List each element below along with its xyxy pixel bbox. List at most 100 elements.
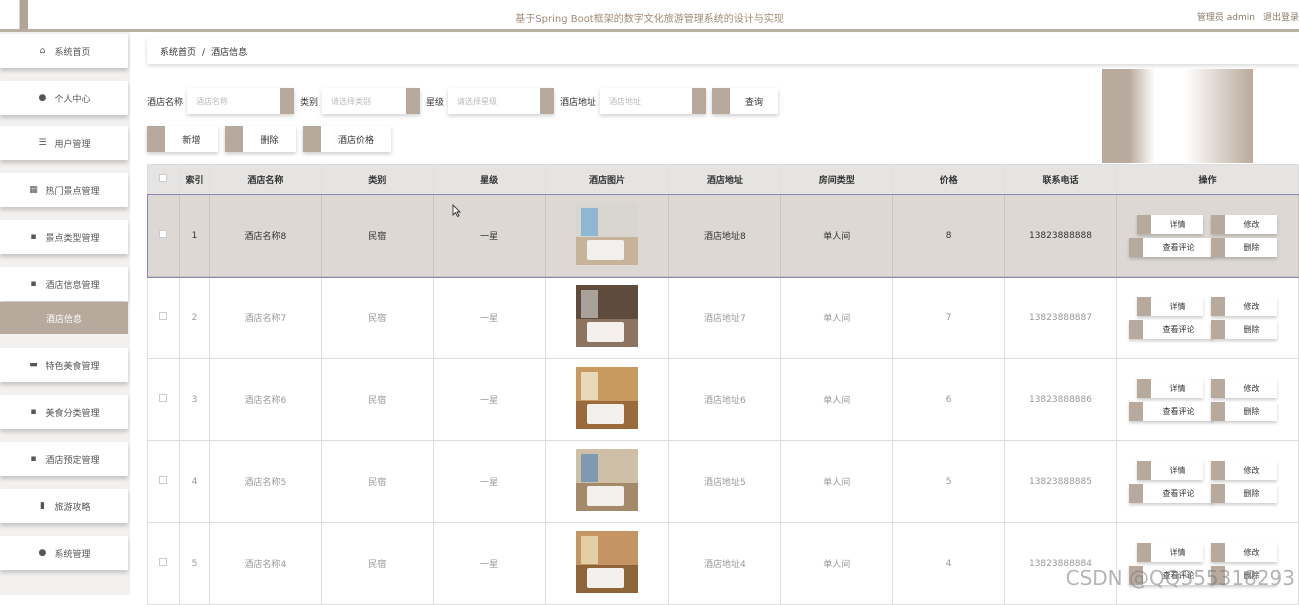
sidebar-item-label: 个人中心 [54,92,90,105]
col-header: 操作 [1116,165,1298,195]
hotel-name-input[interactable]: 酒店名称 [187,88,294,114]
cell-ops: 详情修改查看评论删除 [1116,441,1298,523]
apps-icon: ▪ [28,407,38,417]
cell-star: 一星 [433,359,545,441]
query-button[interactable]: 查询 [712,88,778,114]
table-row[interactable]: 5酒店名称4民宿一星酒店地址4单人间413823888884详情修改查看评论删除 [148,523,1299,605]
sidebar-item-food[interactable]: ▬特色美食管理 [0,348,128,382]
logout-link[interactable]: 退出登录 [1263,13,1299,23]
sidebar-subitem-hotel-info[interactable]: 酒店信息 [0,302,128,334]
hotel-photo[interactable] [576,203,638,265]
hotel-photo[interactable] [576,367,638,429]
sidebar-item-users[interactable]: ☰用户管理 [0,126,128,160]
search-bar: 酒店名称 酒店名称 类别 请选择类别 星级 请选择星级 酒店地址 酒店地址 查询 [147,88,778,114]
hotel-photo[interactable] [576,449,638,511]
cell-type: 民宿 [321,523,433,605]
grid-icon: ▦ [28,185,38,195]
select-all-checkbox[interactable] [159,174,167,182]
edit-button[interactable]: 修改 [1211,215,1277,234]
address-label: 酒店地址 [560,95,596,108]
add-button[interactable]: 新增 [147,126,218,152]
breadcrumb-separator: / [202,48,205,58]
detail-button[interactable]: 详情 [1137,461,1203,480]
detail-button[interactable]: 详情 [1137,379,1203,398]
edit-button[interactable]: 修改 [1211,379,1277,398]
sidebar-item-label: 美食分类管理 [45,406,99,419]
table-row[interactable]: 3酒店名称6民宿一星酒店地址6单人间613823888886详情修改查看评论删除 [148,359,1299,441]
user-area: 管理员 admin 退出登录 [1197,10,1299,23]
row-checkbox-cell[interactable] [148,195,180,277]
star-select[interactable]: 请选择星级 [448,88,554,114]
select-all-header[interactable] [148,165,180,195]
view-reviews-button[interactable]: 查看评论 [1129,238,1213,257]
view-reviews-button[interactable]: 查看评论 [1129,402,1213,421]
hotel-table: 索引 酒店名称 类别 星级 酒店图片 酒店地址 房间类型 价格 联系电话 操作 … [147,164,1299,605]
row-checkbox-cell[interactable] [148,359,180,441]
row-checkbox-cell[interactable] [148,277,180,359]
cell-room-type: 单人间 [781,523,893,605]
row-delete-button[interactable]: 删除 [1211,320,1277,339]
cell-room-type: 单人间 [781,359,893,441]
row-checkbox[interactable] [159,558,167,566]
detail-button[interactable]: 详情 [1137,543,1203,562]
view-reviews-button[interactable]: 查看评论 [1129,320,1213,339]
delete-button[interactable]: 删除 [225,126,296,152]
cell-star: 一星 [433,277,545,359]
sidebar-item-home[interactable]: ⌂系统首页 [0,34,128,68]
row-checkbox[interactable] [159,476,167,484]
edit-button[interactable]: 修改 [1211,543,1277,562]
sidebar-item-label: 特色美食管理 [45,359,99,372]
clipboard-icon: ▮ [37,501,47,511]
row-delete-button[interactable]: 删除 [1211,238,1277,257]
sidebar-item-hotel-info[interactable]: ▪酒店信息管理 [0,267,128,301]
star-label: 星级 [426,95,444,108]
table-row[interactable]: 4酒店名称5民宿一星酒店地址5单人间513823888885详情修改查看评论删除 [148,441,1299,523]
user-role: 管理员 admin [1197,13,1255,23]
cell-type: 民宿 [321,277,433,359]
row-delete-button[interactable]: 删除 [1211,402,1277,421]
sidebar-item-attraction-types[interactable]: ▪景点类型管理 [0,220,128,254]
cell-star: 一星 [433,441,545,523]
table-row[interactable]: 1酒店名称8民宿一星酒店地址8单人间813823888888详情修改查看评论删除 [148,195,1299,277]
row-checkbox[interactable] [159,312,167,320]
row-checkbox-cell[interactable] [148,441,180,523]
cell-price: 7 [893,277,1005,359]
edit-button[interactable]: 修改 [1211,297,1277,316]
sidebar-item-system[interactable]: ●系统管理 [0,536,128,570]
row-checkbox[interactable] [159,230,167,238]
sidebar-item-food-category[interactable]: ▪ 美食分类管理 [0,395,128,429]
sidebar-item-hotel-booking[interactable]: ▪酒店预定管理 [0,442,128,476]
edit-button[interactable]: 修改 [1211,461,1277,480]
cell-ops: 详情修改查看评论删除 [1116,277,1298,359]
hotel-name-label: 酒店名称 [147,95,183,108]
address-input[interactable]: 酒店地址 [600,88,706,114]
col-header: 房间类型 [781,165,893,195]
cell-phone: 13823888887 [1005,277,1117,359]
row-checkbox-cell[interactable] [148,523,180,605]
sidebar-item-profile[interactable]: ●个人中心 [0,81,128,115]
detail-button[interactable]: 详情 [1137,297,1203,316]
hotel-photo[interactable] [576,531,638,593]
cell-index: 5 [179,523,209,605]
pin-icon: ● [37,548,47,558]
detail-button[interactable]: 详情 [1137,215,1203,234]
cell-phone: 13823888885 [1005,441,1117,523]
row-delete-button[interactable]: 删除 [1211,484,1277,503]
row-checkbox[interactable] [159,394,167,402]
sidebar-item-attractions[interactable]: ▦热门景点管理 [0,173,128,207]
view-reviews-button[interactable]: 查看评论 [1129,484,1213,503]
cell-star: 一星 [433,195,545,277]
cell-index: 3 [179,359,209,441]
sidebar-item-label: 酒店信息管理 [45,278,99,291]
table-row[interactable]: 2酒店名称7民宿一星酒店地址7单人间713823888887详情修改查看评论删除 [148,277,1299,359]
cell-address: 酒店地址8 [669,195,781,277]
breadcrumb-home[interactable]: 系统首页 [160,48,196,58]
sidebar-item-travel-guide[interactable]: ▮旅游攻略 [0,489,128,523]
cell-photo [545,277,669,359]
type-label: 类别 [300,95,318,108]
type-select[interactable]: 请选择类别 [322,88,420,114]
cell-room-type: 单人间 [781,441,893,523]
cell-price: 8 [893,195,1005,277]
hotel-price-button[interactable]: 酒店价格 [303,126,391,152]
hotel-photo[interactable] [576,285,638,347]
